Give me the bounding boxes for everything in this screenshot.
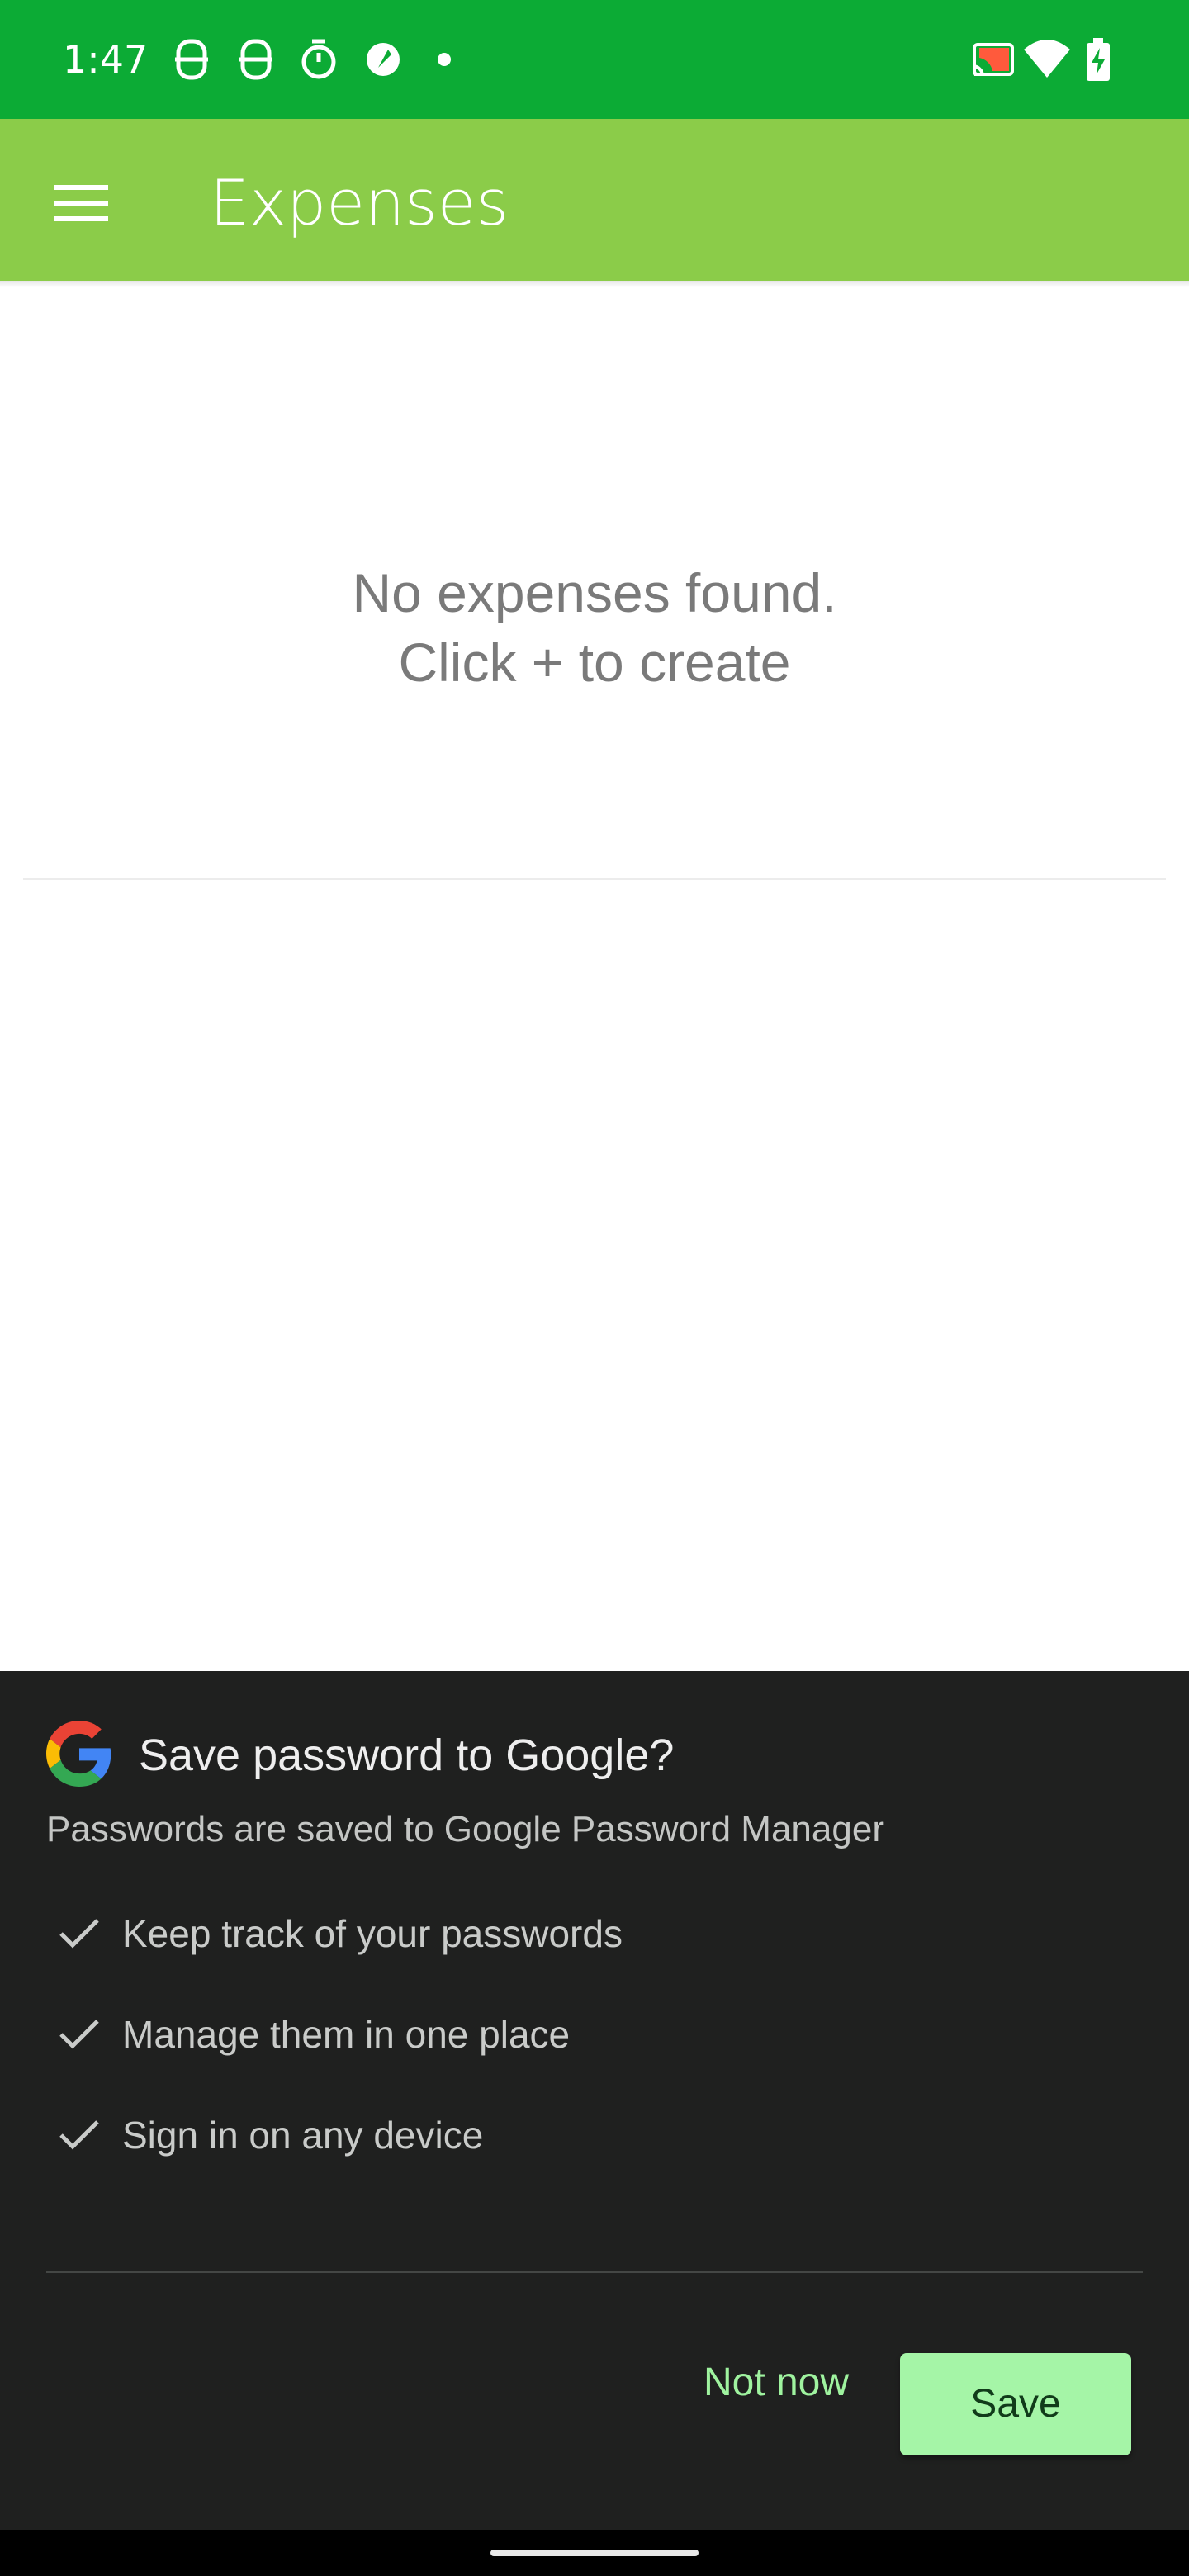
app-bar: Expenses [0,119,1189,281]
check-icon [59,2120,99,2150]
feature-item: Manage them in one place [46,2001,1120,2067]
notification-s-icon [175,39,208,80]
sheet-title: Save password to Google? [139,1731,675,1780]
google-logo-icon [46,1721,111,1787]
cast-icon [972,43,1014,77]
check-icon [59,1919,99,1949]
app-notification-icon [367,43,400,76]
sheet-subtitle: Passwords are saved to Google Password M… [46,1809,884,1849]
sheet-divider [46,2271,1143,2273]
empty-state-hint: Click + to create [398,632,791,693]
feature-text: Keep track of your passwords [122,1912,623,1955]
feature-text: Manage them in one place [122,2013,571,2056]
notification-s-icon [239,39,272,80]
page-title: Expenses [210,166,509,239]
app-bar-shadow [0,281,1189,287]
check-icon [59,2020,99,2049]
feature-item: Sign in on any device [46,2102,1120,2168]
save-button[interactable]: Save [900,2353,1131,2455]
menu-button[interactable] [41,163,121,243]
timer-icon [301,39,336,79]
status-bar: 1:47 [0,0,1189,119]
battery-charging-icon [1087,38,1110,81]
status-time: 1:47 [63,37,149,82]
not-now-button[interactable]: Not now [677,2345,875,2421]
hamburger-menu-icon [54,185,108,221]
save-password-sheet: Save password to Google? Passwords are s… [0,1671,1189,2530]
navigation-bar [0,2530,1189,2576]
feature-text: Sign in on any device [122,2114,484,2157]
home-gesture-handle[interactable] [490,2550,699,2556]
list-divider [23,878,1166,880]
wifi-icon [1024,40,1070,78]
feature-item: Keep track of your passwords [46,1901,1120,1967]
empty-state-message: No expenses found. [352,562,837,623]
dot-icon [438,53,451,66]
